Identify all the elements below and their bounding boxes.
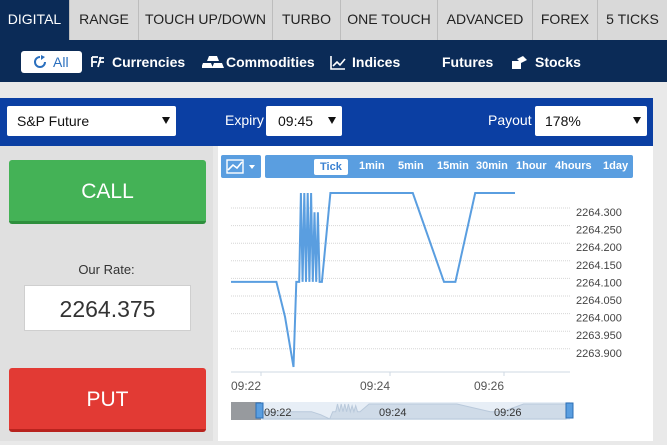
tab-touch-up-down[interactable]: TOUCH UP/DOWN (139, 0, 273, 40)
tab-advanced[interactable]: ADVANCED (438, 0, 533, 40)
category-indices-label: Indices (352, 54, 401, 70)
tab-one-touch[interactable]: ONE TOUCH (341, 0, 438, 40)
timeframe-tick[interactable]: Tick (314, 159, 348, 175)
asset-select-value: S&P Future (17, 113, 90, 129)
chevron-down-icon (162, 117, 170, 124)
currency-icon (91, 56, 104, 68)
category-commodities[interactable]: Commodities (202, 51, 315, 73)
chevron-down-icon (633, 117, 641, 124)
timeframe-1hour[interactable]: 1hour (516, 160, 547, 172)
timeframe-30min[interactable]: 30min (476, 160, 508, 172)
tab-turbo[interactable]: TURBO (273, 0, 341, 40)
payout-select[interactable]: 178% (535, 106, 647, 136)
put-button[interactable]: PUT (9, 368, 206, 432)
expiry-select[interactable]: 09:45 (266, 106, 342, 136)
category-currencies[interactable]: Currencies (90, 51, 185, 73)
chart-icon (226, 159, 255, 174)
chevron-down-icon (328, 117, 336, 124)
tab-range[interactable]: RANGE (70, 0, 139, 40)
category-commodities-label: Commodities (226, 54, 315, 70)
timeframe-1min[interactable]: 1min (359, 160, 385, 172)
option-selector-bar: S&P Future Expiry 09:45 Payout 178% (0, 98, 653, 146)
expiry-label: Expiry (225, 112, 264, 128)
trade-panel: CALL Our Rate: 2264.375 PUT (0, 146, 213, 441)
category-futures[interactable]: Futures (442, 51, 493, 73)
refresh-icon (34, 55, 46, 68)
category-all-label: All (53, 54, 69, 70)
payout-label: Payout (488, 112, 532, 128)
payout-select-value: 178% (545, 113, 581, 129)
category-futures-label: Futures (442, 54, 494, 70)
timeframe-4hours[interactable]: 4hours (555, 160, 592, 172)
expiry-select-value: 09:45 (278, 113, 314, 129)
rate-value: 2264.375 (24, 285, 191, 331)
product-tabs: DIGITAL RANGE TOUCH UP/DOWN TURBO ONE TO… (0, 0, 667, 40)
category-all[interactable]: All (21, 51, 82, 73)
category-indices[interactable]: Indices (330, 51, 400, 73)
asset-select[interactable]: S&P Future (7, 106, 176, 136)
tab-5-ticks[interactable]: 5 TICKS (598, 0, 667, 40)
timeframe-15min[interactable]: 15min (437, 160, 469, 172)
category-bar: All Currencies Commodities Indices Futur… (0, 40, 667, 82)
tab-forex[interactable]: FOREX (533, 0, 598, 40)
chart-panel (218, 146, 653, 441)
timeframe-5min[interactable]: 5min (398, 160, 424, 172)
category-stocks-label: Stocks (535, 54, 581, 70)
timeframe-1day[interactable]: 1day (603, 160, 628, 172)
category-stocks[interactable]: Stocks (511, 51, 581, 73)
tab-digital[interactable]: DIGITAL (0, 0, 70, 40)
chart-type-dropdown[interactable] (221, 155, 261, 178)
timeframe-bar: Tick 1min 5min 15min 30min 1hour 4hours … (265, 155, 633, 178)
gold-bars-icon (202, 56, 224, 68)
category-currencies-label: Currencies (112, 54, 186, 70)
stocks-icon (512, 55, 527, 69)
rate-label: Our Rate: (78, 262, 135, 277)
call-button[interactable]: CALL (9, 160, 206, 224)
line-chart-icon (330, 55, 346, 70)
